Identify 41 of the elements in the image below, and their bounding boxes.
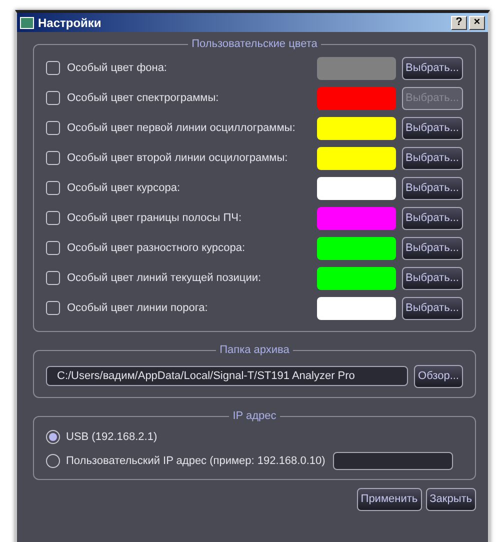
color-option-label: Особый цвет второй линии осцилограммы:	[67, 150, 288, 166]
checkbox[interactable]	[46, 301, 60, 315]
color-option-label: Особый цвет границы полосы ПЧ:	[67, 210, 242, 226]
color-option-label: Особый цвет разностного курсора:	[67, 240, 246, 256]
window-title: Настройки	[38, 14, 102, 32]
radio-button[interactable]	[46, 454, 60, 468]
choose-button[interactable]: Выбрать...	[402, 266, 463, 290]
checkbox[interactable]	[46, 121, 60, 135]
color-option-label: Особый цвет линий текущей позиции:	[67, 270, 262, 286]
choose-button[interactable]: Выбрать...	[402, 236, 463, 260]
checkbox[interactable]	[46, 211, 60, 225]
checkbox[interactable]	[46, 241, 60, 255]
help-button[interactable]: ?	[451, 16, 467, 30]
path-field[interactable]: C:/Users/вадим/AppData/Local/Signal-T/ST191 Analyzer Pro	[46, 366, 408, 386]
color-option-label: Особый цвет фона:	[67, 60, 167, 76]
choose-button[interactable]: Выбрать...	[402, 296, 463, 320]
group-title: Папка архива	[216, 344, 294, 356]
ip-address-field[interactable]	[333, 452, 454, 470]
radio-label: Пользовательский IP адрес (пример: 192.168.0.10)	[66, 454, 326, 469]
color-option-label: Особый цвет курсора:	[67, 180, 180, 196]
window-icon	[20, 16, 34, 28]
color-option-label: Особый цвет линии порога:	[67, 300, 208, 316]
dialog-button[interactable]: Применить	[356, 488, 422, 511]
choose-button[interactable]: Выбрать...	[402, 206, 463, 230]
radio-label: USB (192.168.2.1)	[66, 430, 158, 445]
group-title: IP адрес	[228, 410, 280, 422]
choose-button[interactable]: Выбрать...	[402, 56, 463, 80]
color-option-label: Особый цвет первой линии осциллограммы:	[67, 120, 296, 136]
close-button[interactable]: ×	[469, 16, 485, 30]
browse-button[interactable]: Обзор...	[414, 364, 463, 388]
checkbox[interactable]	[46, 61, 60, 75]
group-title: Пользовательские цвета	[188, 38, 322, 50]
checkbox[interactable]	[46, 181, 60, 195]
checkbox[interactable]	[46, 151, 60, 165]
radio-button[interactable]	[46, 430, 60, 444]
choose-button[interactable]: Выбрать...	[402, 176, 463, 200]
color-option-label: Особый цвет спектрограммы:	[67, 90, 219, 106]
dialog-button[interactable]: Закрыть	[426, 488, 476, 511]
choose-button[interactable]: Выбрать...	[402, 146, 463, 170]
choose-button[interactable]: Выбрать...	[402, 116, 463, 140]
checkbox[interactable]	[46, 271, 60, 285]
